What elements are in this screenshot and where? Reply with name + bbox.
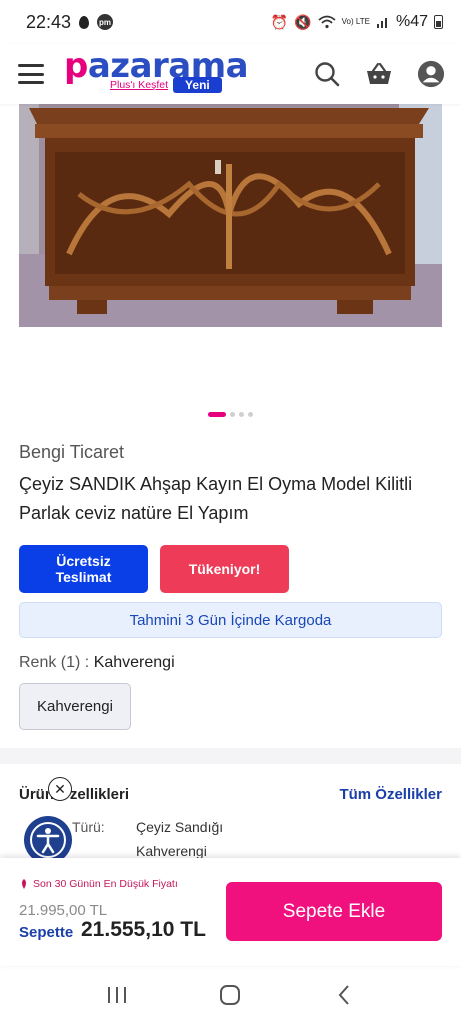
- recent-apps-icon[interactable]: [97, 975, 137, 1015]
- back-icon[interactable]: [324, 975, 364, 1015]
- mute-icon: 🔇: [294, 13, 312, 30]
- low-stock-badge: Tükeniyor!: [160, 545, 289, 593]
- seller-name[interactable]: Bengi Ticaret: [19, 442, 124, 463]
- home-icon[interactable]: [210, 975, 250, 1015]
- cart-price: 21.555,10 TL: [81, 918, 206, 941]
- gallery-dot[interactable]: [230, 412, 235, 417]
- cart-price-label: Sepette: [19, 924, 74, 941]
- product-gallery[interactable]: [0, 104, 461, 424]
- status-time: 22:43: [26, 11, 72, 32]
- color-option-brown[interactable]: Kahverengi: [19, 683, 131, 730]
- status-bar: 22:43 pm ⏰ 🔇 Vo) LTE %47: [0, 0, 461, 44]
- feature-value: Çeyiz Sandığı: [136, 819, 224, 835]
- product-image[interactable]: [19, 104, 442, 327]
- feature-label: Türü:: [72, 819, 105, 835]
- features-header: Ürün Özellikleri Tüm Özellikler: [19, 786, 442, 803]
- gallery-dot-active[interactable]: [208, 412, 226, 417]
- new-badge: Yeni: [173, 77, 222, 93]
- pazarama-logo[interactable]: pazarama Plus'ı Keşfet Yeni: [64, 49, 249, 99]
- gallery-dot[interactable]: [239, 412, 244, 417]
- free-shipping-badge: Ücretsiz Teslimat: [19, 545, 148, 593]
- gallery-pagination: [0, 412, 461, 417]
- buy-bar: Son 30 Günün En Düşük Fiyatı 21.995,00 T…: [0, 858, 461, 966]
- color-label: Renk (1) : Kahverengi: [19, 654, 175, 671]
- drop-icon: [79, 15, 90, 29]
- network-label: Vo) LTE: [341, 17, 370, 26]
- app-header: pazarama Plus'ı Keşfet Yeni: [0, 44, 461, 104]
- product-title: Çeyiz SANDIK Ahşap Kayın El Oyma Model K…: [19, 474, 413, 523]
- battery-icon: [434, 15, 443, 29]
- plus-discover-link[interactable]: Plus'ı Keşfet: [110, 79, 168, 91]
- old-price: 21.995,00 TL: [19, 902, 108, 919]
- alarm-icon: ⏰: [270, 13, 289, 30]
- section-divider: [0, 748, 461, 764]
- trend-down-icon: [22, 879, 26, 889]
- color-value: Kahverengi: [93, 654, 175, 671]
- features-title: Ürün Özellikleri: [19, 786, 130, 803]
- account-icon[interactable]: [417, 60, 445, 88]
- shipping-estimate: Tahmini 3 Gün İçinde Kargoda: [19, 602, 442, 638]
- feature-value: Kahverengi: [136, 843, 207, 859]
- basket-icon[interactable]: [365, 60, 393, 88]
- accessibility-icon[interactable]: [24, 816, 72, 864]
- gallery-dot[interactable]: [248, 412, 253, 417]
- app-notification-icon: pm: [97, 14, 114, 30]
- lowest-price-note: Son 30 Günün En Düşük Fiyatı: [19, 878, 178, 890]
- menu-icon[interactable]: [18, 64, 44, 84]
- system-nav-bar: [0, 966, 461, 1024]
- battery-percent: %47: [395, 13, 428, 30]
- signal-icon: [376, 18, 387, 28]
- search-icon[interactable]: [313, 60, 341, 88]
- add-to-cart-button[interactable]: Sepete Ekle: [226, 882, 442, 941]
- wifi-icon: [318, 15, 336, 29]
- all-features-link[interactable]: Tüm Özellikler: [339, 786, 442, 803]
- close-icon[interactable]: ✕: [48, 777, 72, 801]
